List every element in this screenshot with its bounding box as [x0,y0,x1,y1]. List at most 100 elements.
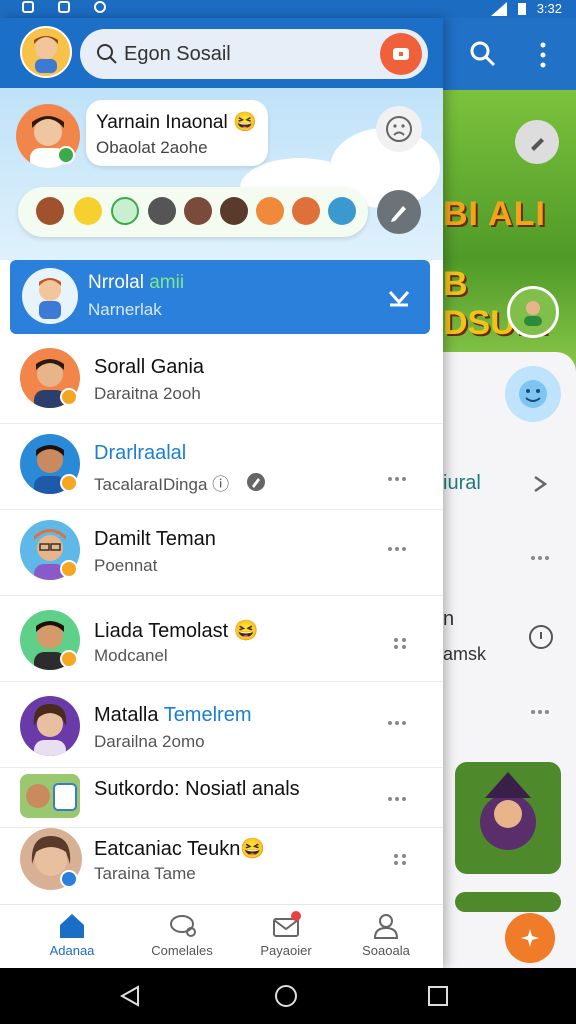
background-text: n [443,608,455,630]
home-icon [60,914,84,938]
clock: 3:32 [536,1,562,16]
sun-icon[interactable] [74,197,102,225]
chat-item[interactable]: Drarlraalal TacalaraIDinga ⓘ [0,424,443,510]
chat-name: Sutkordo: Nosiatl anals [94,778,300,800]
chat-item[interactable]: Sorall Gania Daraitna 2ooh [0,338,443,424]
status-badge [60,474,78,492]
game-thumbnail[interactable] [455,762,561,874]
more-icon[interactable] [531,710,549,714]
nav-label: Payaoier [260,943,312,958]
chat-preview: Taraina Tame [94,864,196,883]
edit-button[interactable] [377,190,421,234]
reaction-avatar[interactable] [36,197,64,225]
chat-icon [393,48,409,60]
search-icon [97,44,117,64]
status-name: Yarnain Inaonal [96,112,228,133]
chat-preview: TacalaraIDinga ⓘ [94,475,230,494]
chat-name: Drarlraalal [94,442,187,464]
nav-home[interactable]: Adanaa [22,911,122,958]
reaction-avatar[interactable] [148,197,176,225]
background-panel: iural n amsk [443,352,576,968]
avatar[interactable] [507,286,559,338]
background-app: BI ALI B DSUIN iural n amsk [443,18,576,968]
online-badge [57,146,75,164]
comment-icon[interactable] [527,624,555,656]
chat-name: Liada Temolast 😆 [94,620,259,642]
fab-button[interactable] [505,913,555,963]
chevron-down-icon[interactable] [386,284,412,310]
pen-icon[interactable] [515,120,559,164]
bottom-navigation: Adanaa Comelales Payaoier Soaoala [0,904,443,968]
avatar [20,774,80,818]
nav-label: Comelales [151,943,213,958]
avatar [22,268,78,324]
background-text: amsk [443,644,487,664]
status-emoji: 😆 [232,112,257,133]
nav-chats[interactable]: Comelales [132,911,232,958]
avatar [20,696,80,756]
profile-icon [373,914,399,939]
recents-icon[interactable] [426,984,450,1008]
status-badge [60,870,78,888]
chat-item[interactable]: Damilt Teman Poennat [0,510,443,596]
sad-face-icon [386,116,412,142]
notification-icon [58,1,70,13]
game-title: BI ALI [443,195,546,233]
chat-bubbles-icon [170,915,196,937]
more-vertical-icon[interactable] [539,42,547,68]
smile-icon [505,366,561,422]
active-chat-item[interactable]: Nrrolal amii Narnerlak [10,260,430,334]
user-avatar[interactable] [20,26,72,78]
status-bar: 3:32 [0,0,576,18]
search-bar[interactable]: Egon Sosail [80,29,428,79]
chat-preview: Darailna 2omo [94,732,205,751]
chat-item[interactable]: Sutkordo: Nosiatl anals [0,768,443,828]
reaction-avatar[interactable] [256,197,284,225]
game-thumbnail[interactable] [455,892,561,912]
status-badge [60,388,78,406]
chat-item[interactable]: Matalla Temelrem Darailna 2omo [0,682,443,768]
sparkle-icon [521,929,539,947]
pencil-icon [391,206,406,222]
mail-icon [273,911,301,937]
reaction-avatar[interactable] [184,197,212,225]
pencil-icon [247,473,265,491]
search-icon[interactable] [469,40,497,68]
chat-drawer: Egon Sosail Yarnain Inaonal 😆 Obaolat 2a… [0,18,443,968]
status-badge [60,650,78,668]
search-input[interactable]: Egon Sosail [124,43,231,66]
more-icon[interactable] [388,794,412,804]
battery-icon [517,2,526,15]
notification-icon [22,1,34,13]
nav-label: Adanaa [49,943,95,958]
chat-preview: Poennat [94,556,158,575]
more-icon[interactable] [531,556,549,560]
background-text: iural [443,472,481,494]
chat-action-button[interactable] [380,33,422,75]
status-bubble[interactable]: Yarnain Inaonal 😆 Obaolat 2aohe [86,100,268,166]
chevron-right-icon[interactable] [531,474,549,494]
chat-name: Sorall Gania [94,356,205,378]
chat-preview: Modcanel [94,646,168,665]
home-button-icon[interactable] [274,984,298,1008]
back-icon[interactable] [118,984,142,1008]
more-icon[interactable] [388,474,412,484]
chat-name: Eatcaniac Teukn😆 [94,838,266,860]
reaction-avatar[interactable] [328,197,356,225]
chat-name: Nrrolal amii [88,272,185,293]
drawer-header: Egon Sosail [0,18,443,88]
game-banner[interactable]: BI ALI B DSUIN [443,90,576,372]
chat-item[interactable]: Eatcaniac Teukn😆 Taraina Tame [0,826,443,904]
more-icon[interactable] [388,544,412,554]
smile-icon[interactable] [111,197,139,225]
nav-profile[interactable]: Soaoala [336,911,436,958]
sad-reaction-button[interactable] [376,106,422,152]
reaction-avatar[interactable] [292,197,320,225]
more-icon[interactable] [394,638,406,649]
reaction-bar [18,187,368,237]
nav-messages[interactable]: Payaoier [236,911,336,958]
chat-item[interactable]: Liada Temolast 😆 Modcanel [0,596,443,682]
reaction-avatar[interactable] [220,197,248,225]
more-icon[interactable] [388,718,412,728]
more-icon[interactable] [394,854,406,865]
